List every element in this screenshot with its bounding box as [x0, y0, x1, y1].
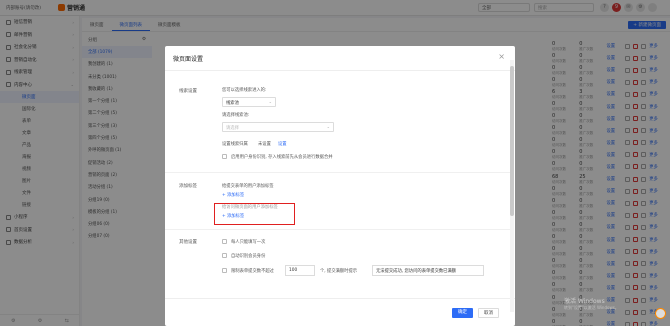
floating-help-button[interactable]	[655, 308, 666, 319]
limit-number-input[interactable]: 100	[285, 265, 315, 276]
lead-source-value: 线索池	[226, 100, 239, 106]
close-icon[interactable]: ×	[498, 52, 505, 61]
other-section-label: 其他设置	[179, 240, 197, 245]
once-checkbox-label: 每人只能填写一次	[231, 240, 266, 245]
lead-source-label: 您可以选择线索进入的:	[222, 88, 267, 93]
member-checkbox[interactable]	[222, 253, 227, 258]
limit-checkbox-label: 限制表单提交数不超过	[231, 269, 274, 274]
lead-section-label: 线索设置	[179, 89, 197, 94]
identify-checkbox[interactable]	[222, 154, 227, 159]
divider	[165, 229, 510, 230]
submit-tag-add[interactable]: + 添加标签	[222, 192, 244, 198]
limit-suffix-label: 个, 提交满额时提示	[320, 269, 358, 274]
identify-checkbox-label: 启用用户身份识别, 存入线索前先从会员进行数据合并	[231, 155, 333, 160]
lead-owner-link[interactable]: 设置	[278, 141, 287, 147]
divider	[165, 70, 515, 71]
limit-checkbox[interactable]	[222, 268, 227, 273]
submit-tag-label: 给提交表单的用户添加标签	[222, 184, 274, 189]
lead-pool-label: 请选择线索池:	[222, 113, 250, 118]
lead-pool-select[interactable]: 请选择 ⌄	[222, 122, 334, 132]
lead-owner-label: 设置线索归属	[222, 142, 248, 147]
scroll-thumb[interactable]	[510, 66, 514, 216]
cancel-button[interactable]: 取消	[478, 308, 499, 318]
activation-watermark-text: 转到"设置"以激活 Windows。	[564, 305, 619, 310]
modal-footer: 确定 取消	[165, 298, 515, 326]
lead-pool-placeholder: 请选择	[226, 125, 239, 131]
micropage-settings-modal: 微页面设置 × 线索设置 您可以选择线索进入的: 线索池 ⌄ 请选择线索池: 请…	[165, 46, 515, 326]
ok-button[interactable]: 确定	[452, 308, 473, 318]
chevron-down-icon: ⌄	[326, 124, 330, 129]
once-checkbox[interactable]	[222, 239, 227, 244]
activation-watermark-title: 激活 Windows	[564, 298, 605, 305]
lead-owner-value: 未设置	[258, 142, 271, 147]
limit-message-input[interactable]: 无法提交成功, 您访问的表单提交数已满额	[372, 265, 484, 276]
divider	[165, 172, 510, 173]
visit-tag-highlight	[214, 203, 295, 225]
chevron-down-icon: ⌄	[268, 99, 272, 104]
tag-section-label: 添加标签	[179, 184, 197, 189]
lead-source-select[interactable]: 线索池 ⌄	[222, 97, 276, 107]
member-checkbox-label: 自动识别会员身份	[231, 254, 266, 259]
modal-title: 微页面设置	[173, 56, 204, 63]
